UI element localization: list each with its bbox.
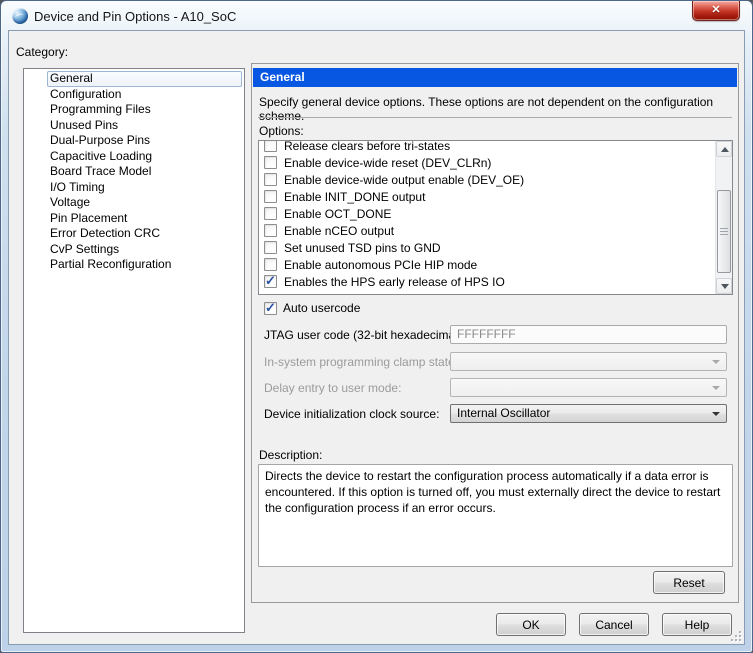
category-label: Category: xyxy=(16,45,68,59)
category-item-io-timing[interactable]: I/O Timing xyxy=(24,180,244,196)
dialog-body: Category: General Configuration Programm… xyxy=(8,30,745,645)
checkbox[interactable] xyxy=(264,224,277,237)
scrollbar-thumb[interactable] xyxy=(717,190,731,273)
reset-button[interactable]: Reset xyxy=(653,571,725,594)
chevron-down-icon xyxy=(712,360,720,364)
checkbox[interactable] xyxy=(264,207,277,220)
quartus-app-icon xyxy=(12,8,28,24)
help-button[interactable]: Help xyxy=(662,613,732,636)
category-item-pin-placement[interactable]: Pin Placement xyxy=(24,211,244,227)
options-rows: Release clears before tri-states Enable … xyxy=(259,140,715,290)
option-row[interactable]: Set unused TSD pins to GND xyxy=(259,239,715,256)
checkbox[interactable] xyxy=(264,140,277,152)
checkbox[interactable] xyxy=(264,190,277,203)
clamp-state-combobox[interactable] xyxy=(450,352,727,371)
dialog-buttons: OK Cancel Help xyxy=(9,613,732,636)
option-row[interactable]: Enables the HPS early release of HPS IO xyxy=(259,273,715,290)
resize-grip[interactable] xyxy=(729,629,741,641)
options-scrollbar[interactable] xyxy=(715,141,732,294)
option-row[interactable]: Enable autonomous PCIe HIP mode xyxy=(259,256,715,273)
close-button[interactable]: ✕ xyxy=(692,1,740,21)
chevron-down-icon xyxy=(712,412,720,416)
jtag-user-code-field[interactable]: FFFFFFFF xyxy=(450,325,727,344)
close-icon: ✕ xyxy=(711,4,720,16)
option-row[interactable]: Enable device-wide output enable (DEV_OE… xyxy=(259,171,715,188)
category-item-voltage[interactable]: Voltage xyxy=(24,195,244,211)
description-label: Description: xyxy=(259,448,322,462)
options-label: Options: xyxy=(259,124,304,138)
init-clock-source-label: Device initialization clock source: xyxy=(264,407,439,421)
cancel-button[interactable]: Cancel xyxy=(579,613,649,636)
description-box: Directs the device to restart the config… xyxy=(258,464,733,567)
delay-user-mode-label: Delay entry to user mode: xyxy=(264,381,401,395)
init-clock-source-combobox[interactable]: Internal Oscillator xyxy=(450,404,727,423)
category-item-configuration[interactable]: Configuration xyxy=(24,87,244,103)
panel-summary: Specify general device options. These op… xyxy=(259,95,731,123)
init-clock-source-value: Internal Oscillator xyxy=(457,406,550,420)
titlebar[interactable]: Device and Pin Options - A10_SoC ✕ xyxy=(1,1,752,30)
category-item-programming-files[interactable]: Programming Files xyxy=(24,102,244,118)
jtag-user-code-label: JTAG user code (32-bit hexadecimal): xyxy=(264,328,465,342)
option-row[interactable]: Enable nCEO output xyxy=(259,222,715,239)
options-list[interactable]: Release clears before tri-states Enable … xyxy=(258,140,733,295)
panel-title: General xyxy=(253,68,737,87)
scroll-up-icon xyxy=(721,147,729,152)
scroll-down-icon xyxy=(721,284,729,289)
option-row[interactable]: Enable device-wide reset (DEV_CLRn) xyxy=(259,154,715,171)
category-item-board-trace-model[interactable]: Board Trace Model xyxy=(24,164,244,180)
category-item-unused-pins[interactable]: Unused Pins xyxy=(24,118,244,134)
scroll-up-button[interactable] xyxy=(716,141,732,157)
category-item-general[interactable]: General xyxy=(24,71,244,87)
auto-usercode-label: Auto usercode xyxy=(283,301,360,315)
category-item-partial-reconfiguration[interactable]: Partial Reconfiguration xyxy=(24,257,244,273)
auto-usercode-row[interactable]: Auto usercode xyxy=(264,301,360,315)
option-row[interactable]: Release clears before tri-states xyxy=(259,140,715,154)
checkbox[interactable] xyxy=(264,275,277,288)
category-list[interactable]: General Configuration Programming Files … xyxy=(23,68,245,633)
category-item-error-detection-crc[interactable]: Error Detection CRC xyxy=(24,226,244,242)
ok-button[interactable]: OK xyxy=(496,613,566,636)
option-row[interactable]: Enable OCT_DONE xyxy=(259,205,715,222)
category-item-dual-purpose-pins[interactable]: Dual-Purpose Pins xyxy=(24,133,244,149)
clamp-state-label: In-system programming clamp state: xyxy=(264,355,458,369)
checkbox[interactable] xyxy=(264,173,277,186)
checkbox[interactable] xyxy=(264,156,277,169)
scroll-down-button[interactable] xyxy=(716,278,732,294)
device-pin-options-dialog: Device and Pin Options - A10_SoC ✕ Categ… xyxy=(0,0,753,653)
general-settings-panel: General Specify general device options. … xyxy=(251,63,739,603)
window-title: Device and Pin Options - A10_SoC xyxy=(34,9,236,24)
checkbox[interactable] xyxy=(264,241,277,254)
category-item-capacitive-loading[interactable]: Capacitive Loading xyxy=(24,149,244,165)
delay-user-mode-combobox[interactable] xyxy=(450,378,727,397)
checkbox[interactable] xyxy=(264,258,277,271)
category-item-cvp-settings[interactable]: CvP Settings xyxy=(24,242,244,258)
chevron-down-icon xyxy=(712,386,720,390)
auto-usercode-checkbox[interactable] xyxy=(264,302,277,315)
separator xyxy=(258,117,732,118)
option-row[interactable]: Enable INIT_DONE output xyxy=(259,188,715,205)
